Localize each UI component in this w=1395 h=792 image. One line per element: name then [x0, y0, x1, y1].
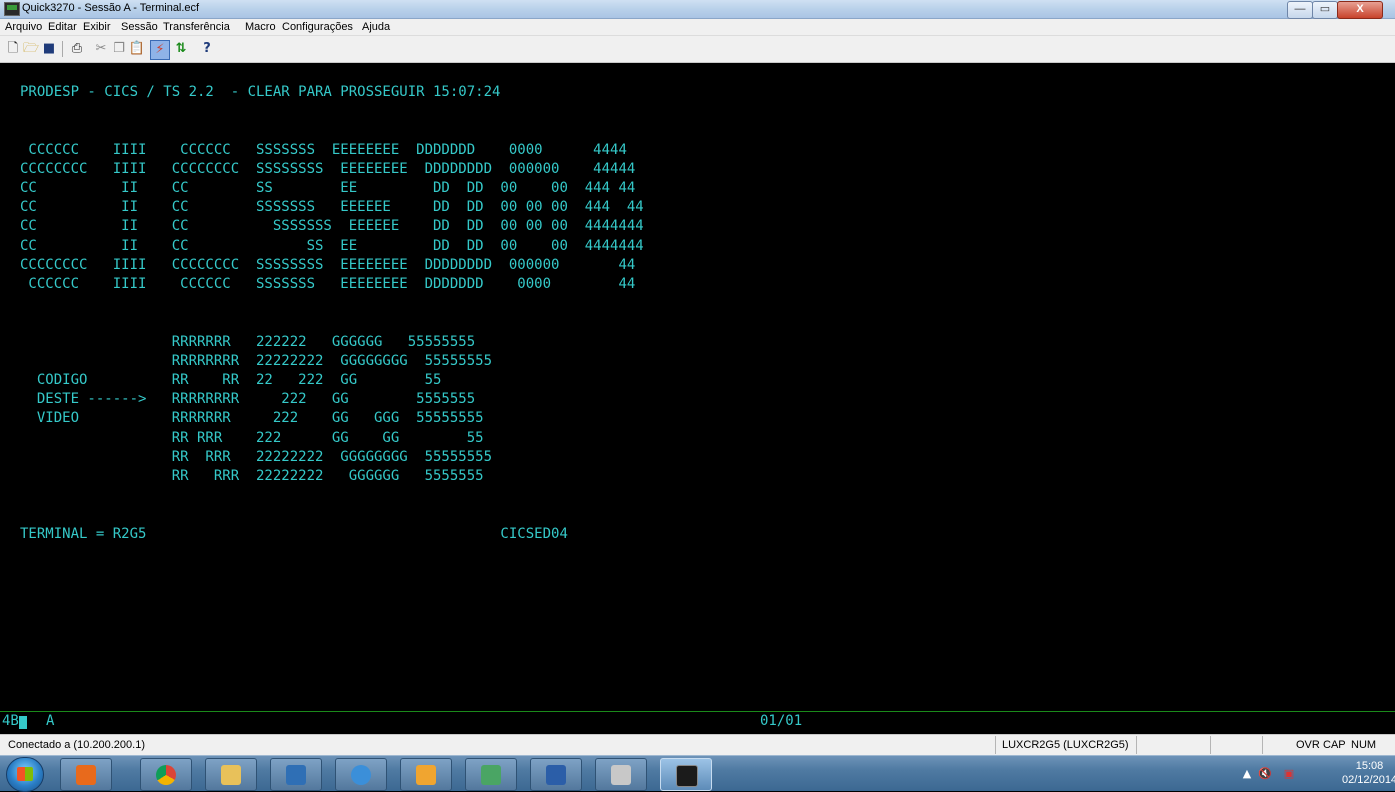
menu-macro[interactable]: Macro — [245, 21, 276, 33]
connect-icon[interactable]: ⚡ — [150, 40, 170, 60]
status-divider — [1262, 736, 1263, 754]
terminal-line: CC II CC SSSSSSS EEEEEE DD DD 00 00 00 4… — [20, 199, 644, 215]
network-icon[interactable]: ▣ — [1282, 767, 1296, 781]
cursor — [19, 716, 27, 729]
status-divider — [1136, 736, 1137, 754]
clock-date: 02/12/2014 — [1342, 774, 1395, 786]
menu-configuracoes[interactable]: Configurações — [282, 21, 353, 33]
terminal-line: CC II CC SS EE DD DD 00 00 444 44 — [20, 180, 636, 196]
terminal-line: CCCCCC IIII CCCCCC SSSSSSS EEEEEEEE DDDD… — [20, 142, 627, 158]
taskbar-internet-explorer[interactable] — [335, 758, 387, 791]
cap-indicator: CAP — [1323, 739, 1346, 751]
windows-taskbar: ▲ 🔇 ▣ 15:08 02/12/2014 — [0, 755, 1395, 792]
quick3270-icon — [676, 765, 698, 787]
toolbar-separator — [62, 41, 63, 57]
taskbar-printer[interactable] — [595, 758, 647, 791]
taskbar-lync[interactable] — [465, 758, 517, 791]
chrome-icon — [156, 765, 176, 785]
start-button[interactable] — [6, 757, 44, 792]
print-icon[interactable]: ⎙ — [68, 40, 86, 58]
terminal-line: CCCCCCCC IIII CCCCCCCC SSSSSSSS EEEEEEEE… — [20, 161, 636, 177]
terminal-screen[interactable]: PRODESP - CICS / TS 2.2 - CLEAR PARA PRO… — [0, 83, 1395, 709]
taskbar-task-manager[interactable] — [270, 758, 322, 791]
outlook-icon — [76, 765, 96, 785]
copy-icon[interactable]: ❐ — [110, 40, 128, 58]
window-title-bar[interactable]: Quick3270 - Sessão A - Terminal.ecf — ▭ … — [0, 0, 1395, 19]
oia-mode: A — [46, 713, 55, 729]
status-bar: Conectado a (10.200.200.1) LUXCR2G5 (LUX… — [0, 734, 1395, 755]
terminal-line: VIDEO RRRRRRR 222 GG GGG 55555555 — [20, 410, 484, 426]
terminal-line: CODIGO RR RR 22 222 GG 55 — [20, 372, 442, 388]
menu-transferencia[interactable]: Transferência — [163, 21, 230, 33]
terminal-line: RR RRR 22222222 GGGGGG 5555555 — [20, 468, 484, 484]
explorer-folder-icon — [221, 765, 241, 785]
taskbar-explorer[interactable] — [205, 758, 257, 791]
terminal-line: RR RRR 222 GG GG 55 — [20, 430, 484, 446]
help-icon[interactable]: ? — [198, 40, 216, 58]
menu-editar[interactable]: Editar — [48, 21, 77, 33]
terminal-line: CC II CC SS EE DD DD 00 00 4444444 — [20, 238, 644, 254]
clock[interactable]: 15:08 02/12/2014 — [1342, 759, 1395, 787]
num-indicator: NUM — [1351, 739, 1377, 751]
taskbar-quick3270[interactable] — [660, 758, 712, 791]
toolbar: 🗋 🗁 ■ ⎙ ✂ ❐ 📋 ⚡ ⇅ ? — [0, 36, 1395, 63]
cut-icon[interactable]: ✂ — [92, 40, 110, 58]
terminal-line: CCCCCCCC IIII CCCCCCCC SSSSSSSS EEEEEEEE… — [20, 257, 636, 273]
taskbar-outlook[interactable] — [60, 758, 112, 791]
task-manager-icon — [286, 765, 306, 785]
lu-name: LUXCR2G5 (LUXCR2G5) — [1002, 739, 1129, 751]
connection-status: Conectado a (10.200.200.1) — [8, 739, 145, 751]
terminal-line: TERMINAL = R2G5 CICSED04 — [20, 526, 568, 542]
save-icon[interactable]: ■ — [40, 40, 58, 58]
show-hidden-icons[interactable]: ▲ — [1240, 767, 1254, 781]
status-divider — [995, 736, 996, 754]
terminal-line: CC II CC SSSSSSS EEEEEE DD DD 00 00 00 4… — [20, 218, 644, 234]
lync-people-icon — [481, 765, 501, 785]
internet-explorer-icon — [351, 765, 371, 785]
status-divider — [1210, 736, 1211, 754]
volume-muted-icon[interactable]: 🔇 — [1258, 767, 1272, 781]
taskbar-chrome[interactable] — [140, 758, 192, 791]
menu-exibir[interactable]: Exibir — [83, 21, 111, 33]
window-title: Quick3270 - Sessão A - Terminal.ecf — [22, 2, 200, 14]
operator-info-area: 4B A 01/01 — [0, 711, 1395, 732]
ovr-indicator: OVR — [1296, 739, 1320, 751]
menu-sessao[interactable]: Sessão — [121, 21, 158, 33]
menu-bar: Arquivo Editar Exibir Sessão Transferênc… — [0, 19, 1395, 36]
terminal-line: CCCCCC IIII CCCCCC SSSSSSS EEEEEEEE DDDD… — [20, 276, 636, 292]
paste-icon[interactable]: 📋 — [128, 40, 146, 58]
taskbar-outlook-mail[interactable] — [400, 758, 452, 791]
oia-session-id: 4B — [2, 713, 19, 729]
maximize-button[interactable]: ▭ — [1312, 1, 1338, 19]
terminal-line: PRODESP - CICS / TS 2.2 - CLEAR PARA PRO… — [20, 84, 501, 100]
terminal-line: RRRRRRRR 22222222 GGGGGGGG 55555555 — [20, 353, 493, 369]
word-icon — [546, 765, 566, 785]
oia-page-indicator: 01/01 — [760, 713, 803, 729]
printer-icon — [611, 765, 631, 785]
terminal-line: RRRRRRR 222222 GGGGGG 55555555 — [20, 334, 476, 350]
menu-arquivo[interactable]: Arquivo — [5, 21, 42, 33]
taskbar-word[interactable] — [530, 758, 582, 791]
minimize-button[interactable]: — — [1287, 1, 1313, 19]
terminal-line: RR RRR 22222222 GGGGGGGG 55555555 — [20, 449, 493, 465]
transfer-icon[interactable]: ⇅ — [172, 40, 190, 58]
menu-ajuda[interactable]: Ajuda — [362, 21, 390, 33]
app-terminal-icon — [4, 2, 20, 16]
outlook-mail-icon — [416, 765, 436, 785]
terminal-line: DESTE ------> RRRRRRRR 222 GG 5555555 — [20, 391, 476, 407]
new-file-icon[interactable]: 🗋 — [4, 40, 22, 58]
open-folder-icon[interactable]: 🗁 — [22, 40, 40, 58]
close-button[interactable]: X — [1337, 1, 1383, 19]
clock-time: 15:08 — [1355, 760, 1384, 772]
